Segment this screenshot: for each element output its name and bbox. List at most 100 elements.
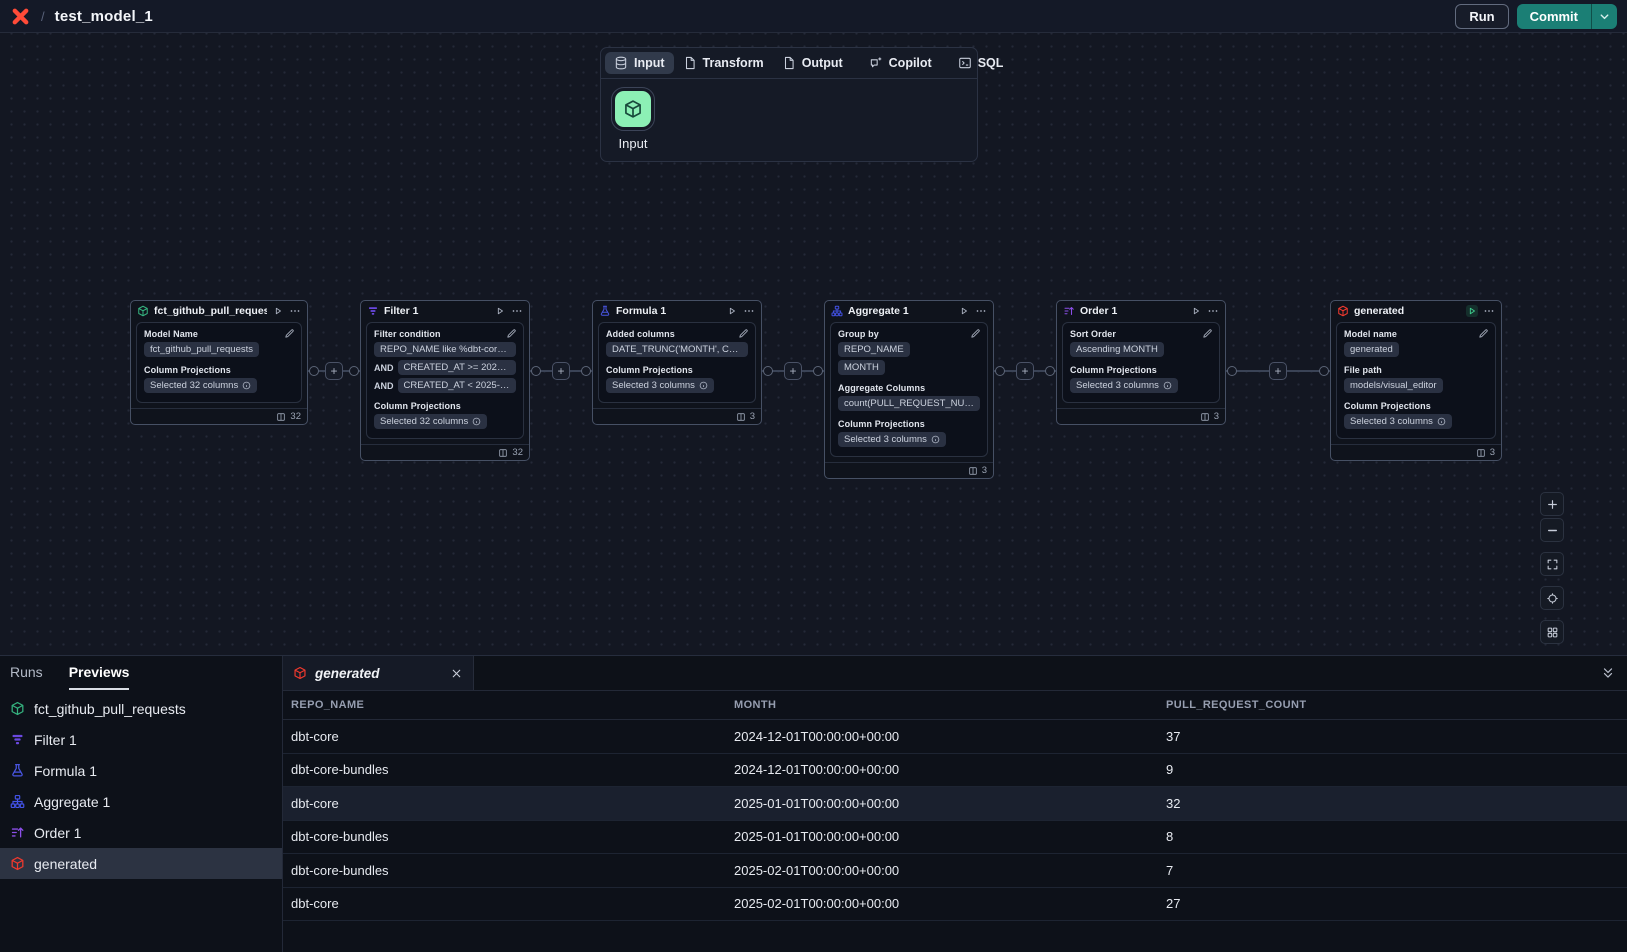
palette-tab-transform[interactable]: Transform — [674, 52, 773, 74]
sidebar-item-formula-1[interactable]: Formula 1 — [0, 755, 282, 786]
table-cell: dbt-core-bundles — [291, 829, 734, 844]
input-port[interactable] — [349, 366, 359, 376]
zoom-out-button[interactable] — [1540, 518, 1564, 542]
output-port[interactable] — [1227, 366, 1237, 376]
output-port[interactable] — [995, 366, 1005, 376]
commit-button[interactable]: Commit — [1517, 4, 1617, 29]
node-menu-button[interactable] — [289, 305, 301, 317]
palette-item-input[interactable]: Input — [615, 91, 651, 151]
section-row: generated — [1344, 342, 1488, 357]
input-port[interactable] — [813, 366, 823, 376]
chip-text: Selected 3 columns — [1076, 380, 1159, 391]
palette-tab-input[interactable]: Input — [605, 52, 674, 74]
section-row: count(PULL_REQUEST_NUMBER) as … — [838, 396, 980, 411]
input-port[interactable] — [1045, 366, 1055, 376]
run-button[interactable]: Run — [1455, 4, 1508, 29]
node-menu-button[interactable] — [1483, 305, 1495, 317]
fit-view-button[interactable] — [1540, 552, 1564, 576]
node-config-card: Group by REPO_NAMEMONTH Aggregate Column… — [830, 322, 988, 457]
node-run-button[interactable] — [1466, 305, 1478, 317]
node-menu-button[interactable] — [743, 305, 755, 317]
locate-button[interactable] — [1540, 586, 1564, 610]
chip-text: Ascending MONTH — [1076, 344, 1158, 355]
input-port[interactable] — [1319, 366, 1329, 376]
sidebar-item-order-1[interactable]: Order 1 — [0, 817, 282, 848]
node-section-file-path: File path models/visual_editor — [1344, 365, 1488, 393]
edit-icon[interactable] — [1478, 328, 1489, 339]
canvas-controls — [1540, 492, 1564, 646]
table-row[interactable]: dbt-core2025-01-01T00:00:00+00:0032 — [283, 787, 1627, 821]
edit-icon[interactable] — [970, 328, 981, 339]
node-run-button[interactable] — [726, 305, 738, 317]
add-node-button[interactable]: + — [325, 362, 343, 380]
sidebar-item-filter-1[interactable]: Filter 1 — [0, 724, 282, 755]
node-run-button[interactable] — [1190, 305, 1202, 317]
edit-icon[interactable] — [738, 328, 749, 339]
table-row[interactable]: dbt-core2024-12-01T00:00:00+00:0037 — [283, 720, 1627, 754]
node-order_1[interactable]: Order 1 Sort Order Ascending MONTH Colum… — [1056, 300, 1226, 425]
node-menu-button[interactable] — [975, 305, 987, 317]
palette-tab-sql[interactable]: SQL — [949, 52, 1013, 74]
node-filter_1[interactable]: Filter 1 Filter condition REPO_NAME like… — [360, 300, 530, 461]
commit-button-label[interactable]: Commit — [1517, 4, 1591, 29]
cube-icon — [137, 305, 149, 317]
section-label: Group by — [838, 329, 980, 339]
tab-previews[interactable]: Previews — [69, 656, 130, 690]
node-menu-button[interactable] — [1207, 305, 1219, 317]
node-run-button[interactable] — [494, 305, 506, 317]
section-row: fct_github_pull_requests — [144, 342, 294, 357]
columns-icon — [276, 412, 286, 422]
output-port[interactable] — [309, 366, 319, 376]
column-header-pull-request-count: PULL_REQUEST_COUNT — [1166, 699, 1627, 711]
collapse-panel-icon[interactable] — [1601, 666, 1615, 680]
node-section-column-projections: Column Projections Selected 32 columns — [374, 401, 516, 429]
add-node-button[interactable]: + — [1269, 362, 1287, 380]
palette-tab-copilot[interactable]: Copilot — [860, 52, 941, 74]
layout-grid-button[interactable] — [1540, 620, 1564, 644]
zoom-in-button[interactable] — [1540, 492, 1564, 516]
chip-text: CREATED_AT < 2025-03-01 — [404, 380, 511, 391]
columns-icon — [1200, 412, 1210, 422]
sidebar-item-fct-github-pull-requests[interactable]: fct_github_pull_requests — [0, 693, 282, 724]
input-port[interactable] — [581, 366, 591, 376]
section-row: Ascending MONTH — [1070, 342, 1212, 357]
commit-dropdown-button[interactable] — [1591, 4, 1617, 29]
flow-canvas[interactable]: + + + + + fct_github_pull_requests — [0, 33, 1627, 655]
sidebar-item-aggregate-1[interactable]: Aggregate 1 — [0, 786, 282, 817]
add-node-button[interactable]: + — [552, 362, 570, 380]
sidebar-item-generated[interactable]: generated — [0, 848, 282, 879]
output-port[interactable] — [763, 366, 773, 376]
preview-tab-generated[interactable]: generated — [283, 656, 474, 690]
output-port[interactable] — [531, 366, 541, 376]
node-formula_1[interactable]: Formula 1 Added columns DATE_TRUNC('MONT… — [592, 300, 762, 425]
input-node-tile[interactable] — [615, 91, 651, 127]
table-cell: 9 — [1166, 762, 1627, 777]
node-generated[interactable]: generated Model name generated File path… — [1330, 300, 1502, 461]
section-label: Sort Order — [1070, 329, 1212, 339]
node-title: Aggregate 1 — [848, 305, 953, 317]
value-chip: REPO_NAME — [838, 342, 910, 357]
node-title: fct_github_pull_requests — [154, 305, 267, 317]
add-node-button[interactable]: + — [1016, 362, 1034, 380]
tab-runs[interactable]: Runs — [10, 656, 43, 690]
node-config-card: Added columns DATE_TRUNC('MONTH', CREATE… — [598, 322, 756, 403]
node-run-button[interactable] — [272, 305, 284, 317]
palette-tab-output[interactable]: Output — [773, 52, 852, 74]
palette-body: Input — [601, 79, 977, 161]
node-header: Filter 1 — [361, 301, 529, 320]
node-fct_github_pull_requests[interactable]: fct_github_pull_requests Model Name fct_… — [130, 300, 308, 425]
table-row[interactable]: dbt-core-bundles2025-01-01T00:00:00+00:0… — [283, 821, 1627, 855]
node-aggregate_1[interactable]: Aggregate 1 Group by REPO_NAMEMONTH Aggr… — [824, 300, 994, 479]
node-run-button[interactable] — [958, 305, 970, 317]
edit-icon[interactable] — [506, 328, 517, 339]
dbt-logo-icon[interactable] — [10, 6, 31, 27]
info-icon — [1163, 381, 1172, 390]
node-menu-button[interactable] — [511, 305, 523, 317]
table-row[interactable]: dbt-core2025-02-01T00:00:00+00:0027 — [283, 888, 1627, 922]
close-icon[interactable] — [450, 667, 463, 680]
edit-icon[interactable] — [284, 328, 295, 339]
add-node-button[interactable]: + — [784, 362, 802, 380]
table-row[interactable]: dbt-core-bundles2025-02-01T00:00:00+00:0… — [283, 854, 1627, 888]
edit-icon[interactable] — [1202, 328, 1213, 339]
table-row[interactable]: dbt-core-bundles2024-12-01T00:00:00+00:0… — [283, 754, 1627, 788]
